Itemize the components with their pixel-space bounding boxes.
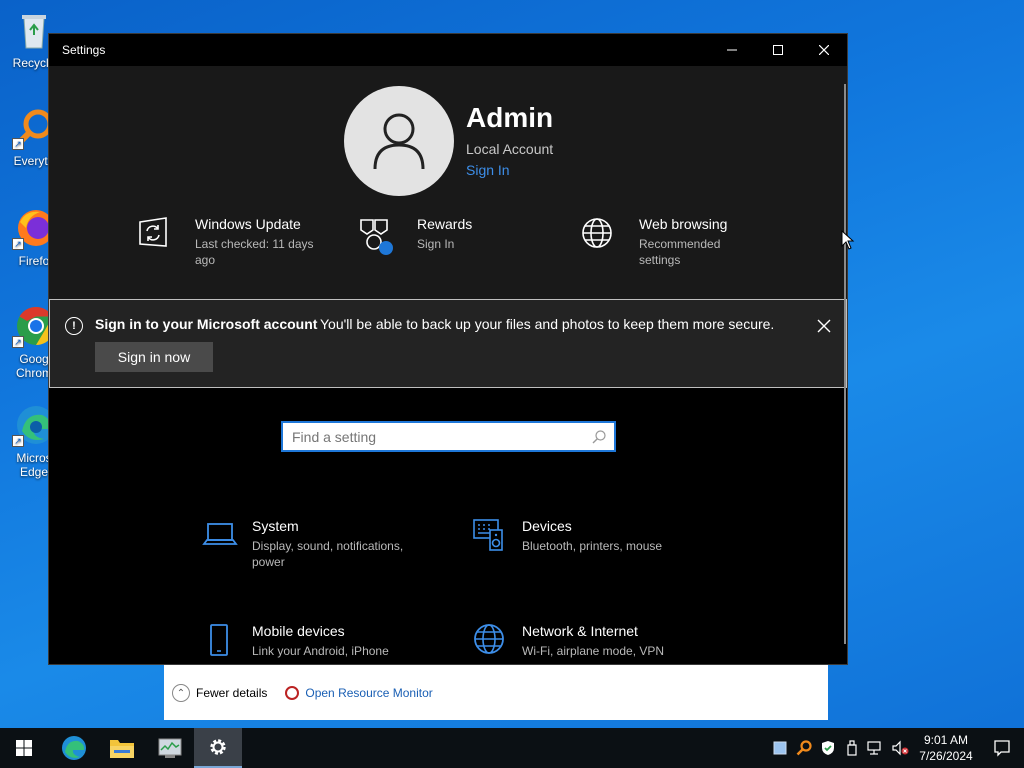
scrollbar[interactable] <box>844 84 846 644</box>
action-center-button[interactable] <box>980 728 1024 768</box>
category-title: System <box>252 518 299 534</box>
category-devices[interactable]: Devices Bluetooth, printers, mouse <box>472 518 692 554</box>
notification-icon <box>994 740 1010 757</box>
clock-time: 9:01 AM <box>923 733 969 747</box>
category-subtitle: Bluetooth, printers, mouse <box>522 539 663 553</box>
clock[interactable]: 9:01 AM 7/26/2024 <box>912 732 980 764</box>
minimize-button[interactable] <box>709 34 755 66</box>
account-type: Local Account <box>466 141 554 157</box>
category-subtitle: Link your Android, iPhone <box>252 644 389 658</box>
usb-drive-icon <box>847 740 857 756</box>
edge-icon <box>62 736 86 760</box>
task-manager-window: ⌃ Fewer details Open Resource Monitor <box>164 664 828 720</box>
shortcut-arrow-icon: ↗ <box>12 138 24 150</box>
category-title: Devices <box>522 518 572 534</box>
close-icon <box>817 319 831 333</box>
close-button[interactable] <box>801 34 847 66</box>
window-controls <box>709 34 847 66</box>
category-subtitle: Display, sound, notifications, power <box>252 539 404 569</box>
phone-icon <box>202 623 238 659</box>
laptop-icon <box>202 518 238 554</box>
quick-link-title: Rewards <box>417 216 473 232</box>
settings-window: Settings Admin Local Account Sign In Win… <box>48 33 848 665</box>
quick-link-subtitle: Recommended settings <box>639 237 721 267</box>
shield-icon <box>822 741 834 755</box>
category-subtitle: Wi-Fi, airplane mode, VPN <box>522 644 665 658</box>
taskbar-task-manager-button[interactable] <box>146 728 194 768</box>
account-header: Admin Local Account Sign In Windows Upda… <box>49 66 847 300</box>
start-button[interactable] <box>0 728 48 768</box>
gear-icon <box>210 739 226 755</box>
mouse-cursor-icon <box>841 230 855 250</box>
taskbar-settings-button[interactable] <box>194 728 242 768</box>
open-resource-monitor-label: Open Resource Monitor <box>305 686 433 700</box>
chevron-up-icon[interactable]: ⌃ <box>172 684 190 702</box>
quick-link-title: Windows Update <box>195 216 301 232</box>
banner-message: You'll be able to back up your files and… <box>320 316 775 332</box>
tray-volume-icon[interactable] <box>888 728 912 768</box>
tray-network-icon[interactable] <box>864 728 888 768</box>
category-title: Mobile devices <box>252 623 345 639</box>
maximize-icon <box>773 45 783 55</box>
tray-security-icon[interactable] <box>816 728 840 768</box>
quick-link-subtitle: Sign In <box>417 237 455 251</box>
tray-usb-icon[interactable] <box>840 728 864 768</box>
globe-icon <box>472 623 508 659</box>
rewards-icon <box>353 216 397 260</box>
taskbar: 9:01 AM 7/26/2024 <box>0 728 1024 768</box>
sign-in-now-button[interactable]: Sign in now <box>95 342 213 372</box>
tray-everything-icon[interactable] <box>792 728 816 768</box>
category-mobile-devices[interactable]: Mobile devices Link your Android, iPhone <box>202 623 422 659</box>
desktop-icon-label: Firefo <box>18 254 50 268</box>
maximize-button[interactable] <box>755 34 801 66</box>
banner-close-button[interactable] <box>816 318 832 334</box>
taskbar-file-explorer-button[interactable] <box>98 728 146 768</box>
quick-link-web-browsing[interactable]: Web browsing Recommended settings <box>575 216 749 268</box>
shortcut-arrow-icon: ↗ <box>12 238 24 250</box>
network-icon <box>867 741 881 755</box>
everything-search-icon <box>796 740 812 756</box>
avatar[interactable] <box>344 86 454 196</box>
minimize-icon <box>727 49 737 51</box>
volume-muted-icon <box>892 740 909 756</box>
windows-update-icon <box>131 216 175 260</box>
resource-monitor-icon <box>285 686 300 700</box>
quick-link-windows-update[interactable]: Windows Update Last checked: 11 days ago <box>131 216 315 268</box>
tray-window-icon <box>773 741 787 755</box>
category-network-internet[interactable]: Network & Internet Wi-Fi, airplane mode,… <box>472 623 692 659</box>
taskbar-edge-button[interactable] <box>50 728 98 768</box>
info-icon: ! <box>65 317 83 335</box>
title-bar[interactable]: Settings <box>49 34 847 66</box>
category-system[interactable]: System Display, sound, notifications, po… <box>202 518 412 570</box>
system-tray: 9:01 AM 7/26/2024 <box>768 728 1024 768</box>
sign-in-link[interactable]: Sign In <box>466 162 510 178</box>
quick-link-title: Web browsing <box>639 216 728 232</box>
fewer-details-link[interactable]: Fewer details <box>196 686 267 700</box>
search-icon <box>592 430 606 444</box>
shortcut-arrow-icon: ↗ <box>12 336 24 348</box>
search-box[interactable] <box>281 421 616 452</box>
account-name: Admin <box>466 102 554 133</box>
windows-logo-icon <box>16 740 32 756</box>
task-manager-footer: ⌃ Fewer details Open Resource Monitor <box>172 684 433 702</box>
window-title: Settings <box>62 43 106 57</box>
quick-link-rewards[interactable]: Rewards Sign In <box>353 216 537 260</box>
category-title: Network & Internet <box>522 623 638 639</box>
microsoft-account-banner: ! Sign in to your Microsoft account You'… <box>49 299 847 388</box>
task-manager-icon <box>158 738 182 758</box>
close-icon <box>819 45 829 55</box>
keyboard-speaker-icon <box>472 518 508 554</box>
globe-icon <box>575 216 619 260</box>
open-resource-monitor-link[interactable]: Open Resource Monitor <box>285 686 433 700</box>
shortcut-arrow-icon: ↗ <box>12 435 24 447</box>
folder-icon <box>110 740 134 758</box>
banner-title: Sign in to your Microsoft account <box>95 316 318 332</box>
user-icon <box>373 113 425 170</box>
search-input[interactable] <box>283 423 583 450</box>
clock-date: 7/26/2024 <box>919 749 973 763</box>
quick-link-subtitle: Last checked: 11 days ago <box>195 237 314 267</box>
tray-app-icon[interactable] <box>768 728 792 768</box>
